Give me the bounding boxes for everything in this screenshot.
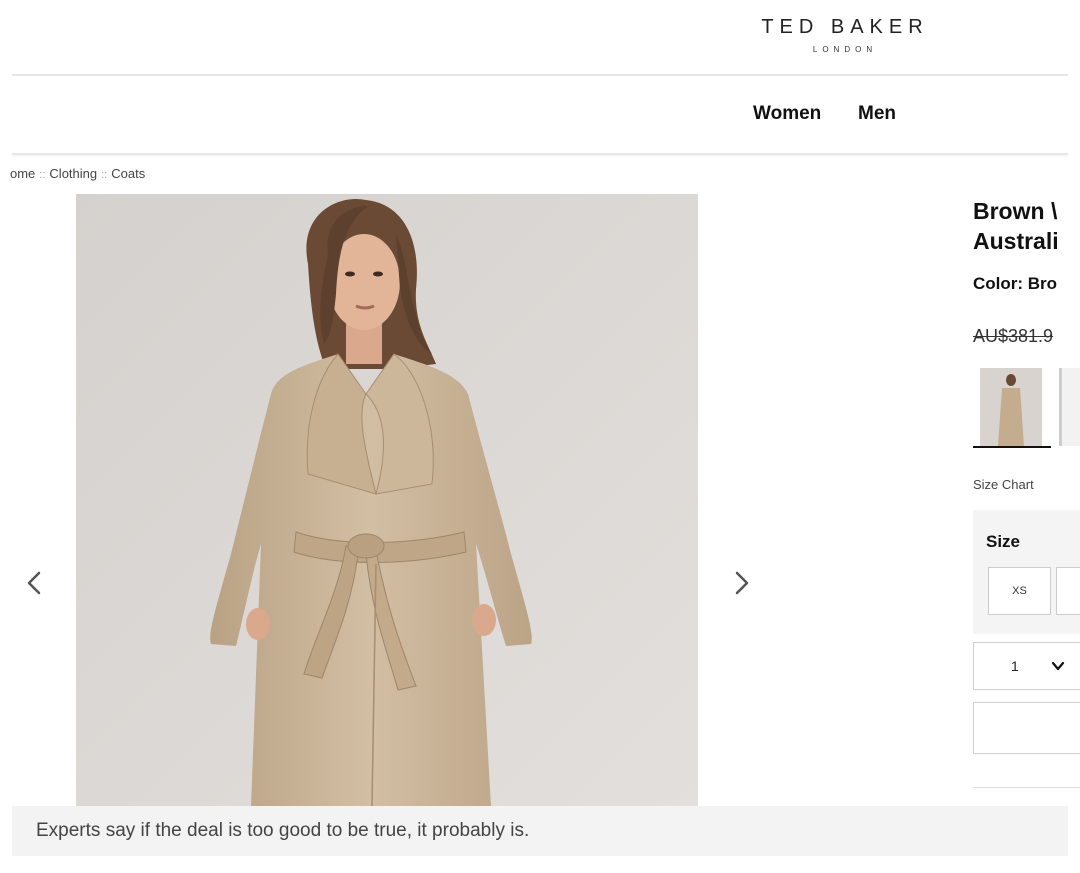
thumbnail-coat: [998, 388, 1024, 446]
add-to-bag-button[interactable]: [973, 702, 1080, 754]
model-eye-right: [373, 271, 383, 277]
chevron-left-icon[interactable]: [20, 568, 50, 598]
nav-item-men[interactable]: Men: [858, 103, 896, 125]
product-main-image[interactable]: [76, 194, 698, 806]
breadcrumb-coats[interactable]: Coats: [111, 166, 145, 181]
thumbnail-head: [1006, 374, 1016, 386]
product-price-original: AU$381.9: [973, 326, 1054, 346]
product-thumbnail-2[interactable]: [1059, 368, 1080, 446]
thumbnail-active-indicator: [973, 446, 1051, 448]
product-thumbnail[interactable]: [980, 368, 1042, 446]
size-heading: Size: [986, 532, 1021, 551]
quantity-select[interactable]: 1: [973, 642, 1080, 690]
breadcrumb-separator: ::: [101, 169, 108, 181]
brand-subtitle: LONDON: [812, 45, 878, 54]
chevron-right-icon[interactable]: [726, 568, 756, 598]
caption-bar: Experts say if the deal is too good to b…: [12, 806, 1068, 856]
quantity-value: 1: [1011, 658, 1019, 674]
breadcrumb: ome:: Clothing:: Coats: [10, 166, 145, 181]
brand-logo[interactable]: TED BAKER LONDON: [760, 16, 930, 54]
model-hand-right: [472, 604, 496, 636]
chevron-down-icon: [1051, 661, 1065, 671]
product-title-line-2: Australi: [973, 228, 1059, 254]
nav-item-women[interactable]: Women: [753, 103, 821, 125]
size-chart-link[interactable]: Size Chart: [973, 477, 1034, 492]
product-details: Brown \ Australi Color: Bro AU$381.9 Siz…: [973, 194, 1080, 794]
breadcrumb-home[interactable]: ome: [10, 166, 35, 181]
belt-knot: [347, 533, 385, 559]
product-title: Brown \ Australi: [973, 196, 1059, 256]
caption-text: Experts say if the deal is too good to b…: [36, 820, 530, 841]
breadcrumb-clothing[interactable]: Clothing: [49, 166, 97, 181]
size-option-next[interactable]: [1056, 567, 1080, 615]
product-color: Color: Bro: [973, 274, 1058, 293]
size-option-xs[interactable]: XS: [988, 567, 1051, 615]
product-title-line-1: Brown \: [973, 198, 1058, 224]
brand-name: TED BAKER: [761, 16, 929, 38]
model-eye-left: [345, 271, 355, 277]
model-hand-left: [246, 608, 270, 640]
size-selector: Size XS: [973, 510, 1080, 634]
breadcrumb-separator: ::: [39, 169, 46, 181]
details-divider: [973, 787, 1080, 788]
header-divider: [12, 74, 1068, 76]
main-nav: Women Men: [0, 103, 1080, 127]
nav-divider: [12, 153, 1068, 155]
